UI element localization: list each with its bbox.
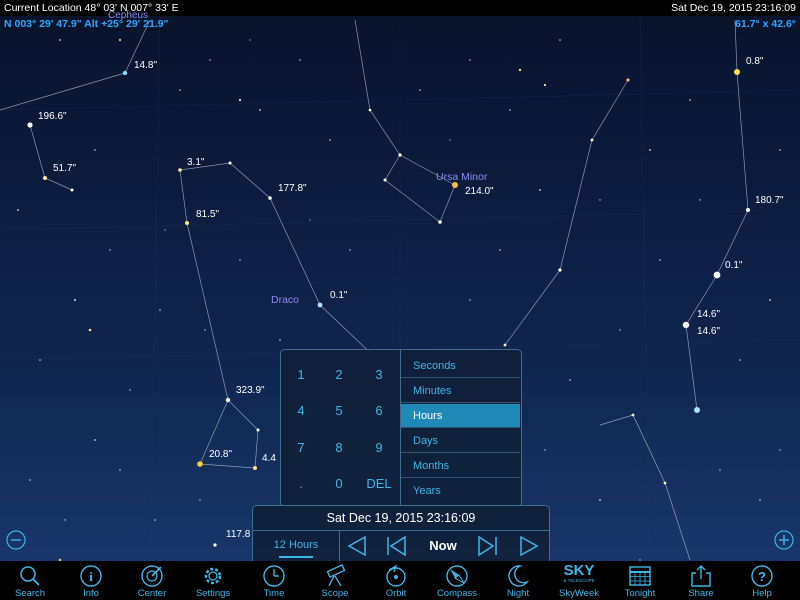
key-1[interactable]: 1 (281, 367, 321, 382)
key-6[interactable]: 6 (359, 403, 399, 418)
current-datetime: Sat Dec 19, 2015 23:16:09 (671, 2, 796, 14)
time-step-underline (279, 556, 313, 558)
time-unit-list: Seconds Minutes Hours Days Months Years (401, 350, 521, 506)
key-7[interactable]: 7 (281, 440, 321, 455)
toolbar-label: Compass (436, 588, 478, 599)
svg-text:?: ? (758, 569, 766, 584)
star-label: 0.1" (330, 290, 348, 301)
toolbar-help[interactable]: ? Help (732, 561, 792, 600)
toolbar-label: Help (752, 588, 772, 599)
star-label: 323.9" (236, 385, 265, 396)
toolbar-label: Settings (195, 588, 231, 599)
star-label: 180.7" (755, 195, 784, 206)
calendar-icon (629, 566, 651, 586)
toolbar-scope[interactable]: Scope (305, 561, 365, 600)
unit-months[interactable]: Months (401, 454, 520, 478)
star-label: 81.5" (196, 209, 220, 220)
sky-telescope-logo: SKY (563, 562, 595, 579)
key-2[interactable]: 2 (319, 367, 359, 382)
toolbar-label: Orbit (385, 588, 407, 599)
toolbar-night[interactable]: Night (488, 561, 548, 600)
unit-days[interactable]: Days (401, 429, 520, 453)
toolbar-label: SkyWeek (559, 588, 599, 599)
toolbar-time[interactable]: Time (244, 561, 304, 600)
toolbar-center[interactable]: Center (122, 561, 182, 600)
play-backward-icon[interactable] (383, 533, 407, 559)
key-8[interactable]: 8 (319, 440, 359, 455)
star-label: 14.6" (697, 326, 721, 337)
pointing-coordinates: N 003° 29' 47.9" Alt +25° 29' 21.9" (4, 18, 169, 30)
unit-hours[interactable]: Hours (401, 404, 520, 428)
constellation-label-ursa-minor: Ursa Minor (436, 171, 488, 183)
star-label: 3.1" (187, 157, 205, 168)
current-location: Current Location 48° 03' N 007° 33' E (4, 2, 179, 14)
toolbar-settings[interactable]: Settings (183, 561, 243, 600)
toolbar-label: Share (688, 588, 714, 599)
unit-minutes[interactable]: Minutes (401, 379, 520, 403)
toolbar-tonight[interactable]: Tonight (610, 561, 670, 600)
star-label: 4.4 (262, 453, 276, 464)
unit-years[interactable]: Years (401, 479, 520, 503)
star-label: 214.0" (465, 186, 494, 197)
field-of-view: 61.7° x 42.6° (735, 18, 796, 30)
key-4[interactable]: 4 (281, 403, 321, 418)
unit-seconds[interactable]: Seconds (401, 354, 520, 378)
telescope-icon (326, 564, 346, 587)
clock-icon (263, 565, 285, 587)
toolbar-label: Time (263, 588, 285, 599)
gear-icon (204, 567, 222, 585)
time-display[interactable]: Sat Dec 19, 2015 23:16:09 (253, 506, 549, 531)
center-target-icon (141, 565, 163, 587)
toolbar-info[interactable]: i Info (61, 561, 121, 600)
toolbar-label: Search (14, 588, 46, 599)
toolbar-share[interactable]: Share (671, 561, 731, 600)
toolbar-compass[interactable]: Compass (427, 561, 487, 600)
key-3[interactable]: 3 (359, 367, 399, 382)
toolbar-orbit[interactable]: Orbit (366, 561, 426, 600)
key-0[interactable]: 0 (319, 476, 359, 491)
star-label: 177.8" (278, 183, 307, 194)
toolbar-label: Center (137, 588, 167, 599)
share-icon (691, 565, 711, 587)
star-label: 0.1" (725, 260, 743, 271)
toolbar-label: Tonight (624, 588, 656, 599)
star-label: 51.7" (53, 163, 77, 174)
info-icon: i (80, 565, 102, 587)
star-label: 0.8" (746, 56, 764, 67)
bottom-toolbar: Search i Info Center Settings Time Scope… (0, 561, 800, 600)
sky-telescope-logo-sub: & TELESCOPE (563, 578, 595, 583)
step-back-icon[interactable] (345, 533, 369, 559)
orbit-icon (386, 564, 406, 587)
constellation-label-draco: Draco (271, 294, 300, 306)
star-label: 196.6" (38, 111, 67, 122)
star-label: 117.8 (226, 529, 251, 540)
zoom-in-icon[interactable] (774, 530, 794, 550)
moon-icon (508, 565, 530, 587)
time-control-bar: Sat Dec 19, 2015 23:16:09 12 Hours Now (252, 505, 550, 563)
now-button[interactable]: Now (419, 533, 467, 559)
toolbar-search[interactable]: Search (0, 561, 60, 600)
star-label: 14.8" (134, 60, 158, 71)
step-forward-icon[interactable] (517, 533, 541, 559)
time-step-picker: 1 2 3 4 5 6 7 8 9 . 0 DEL Seconds Minute… (280, 349, 522, 507)
numeric-keypad: 1 2 3 4 5 6 7 8 9 . 0 DEL (281, 350, 400, 506)
search-icon (20, 566, 40, 586)
help-icon: ? (751, 565, 773, 587)
time-step-label: 12 Hours (273, 539, 319, 551)
star-label: 20.8" (209, 449, 233, 460)
star-label: 14.6" (697, 309, 721, 320)
key-5[interactable]: 5 (319, 403, 359, 418)
zoom-out-icon[interactable] (6, 530, 26, 550)
toolbar-label: Night (506, 588, 530, 599)
key-9[interactable]: 9 (359, 440, 399, 455)
compass-icon (446, 565, 468, 587)
toolbar-label: Scope (321, 588, 349, 599)
toolbar-skyweek[interactable]: SKY & TELESCOPE SkyWeek (549, 561, 609, 600)
key-delete[interactable]: DEL (359, 476, 399, 491)
svg-text:i: i (89, 569, 93, 584)
key-decimal[interactable]: . (281, 476, 321, 491)
toolbar-label: Info (83, 588, 99, 599)
time-step-button[interactable]: 12 Hours (253, 531, 340, 562)
play-forward-icon[interactable] (477, 533, 501, 559)
